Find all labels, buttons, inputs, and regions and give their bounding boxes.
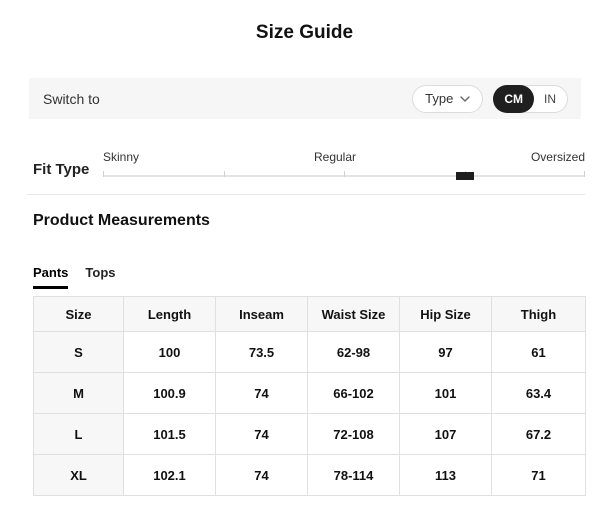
measurement-cell: 102.1 — [123, 454, 216, 496]
measurement-cell: 74 — [215, 372, 308, 414]
product-measurements-heading: Product Measurements — [33, 212, 210, 229]
fit-type-scale-labels: Skinny Regular Oversized — [103, 150, 585, 164]
fit-type-slider: Skinny Regular Oversized — [103, 150, 585, 180]
size-cell: L — [33, 413, 124, 455]
tab-tops[interactable]: Tops — [85, 265, 115, 289]
measurement-cell: 63.4 — [491, 372, 586, 414]
size-table: Size Length Inseam Waist Size Hip Size Thigh … — [33, 296, 586, 496]
table-header-cell: Length — [123, 296, 216, 332]
switch-bar: Switch to Type CM IN — [29, 78, 581, 119]
table-row: L 101.5 74 72-108 107 67.2 — [33, 413, 586, 455]
measurement-cell: 74 — [215, 413, 308, 455]
size-table-body: S 100 73.5 62-98 97 61 M 100.9 74 66-102 101 63.4 L 1… — [33, 331, 586, 496]
measurement-cell: 71 — [491, 454, 586, 496]
tab-pants[interactable]: Pants — [33, 265, 69, 289]
measurement-cell: 67.2 — [491, 413, 586, 455]
measurement-cell: 100 — [123, 331, 216, 373]
measurement-cell: 73.5 — [215, 331, 308, 373]
size-table-head: Size Length Inseam Waist Size Hip Size Thigh — [33, 296, 586, 332]
unit-option-cm[interactable]: CM — [493, 84, 534, 113]
measurement-cell: 74 — [215, 454, 308, 496]
fit-scale-label-skinny: Skinny — [103, 150, 140, 164]
size-cell: M — [33, 372, 124, 414]
measurement-cell: 101.5 — [123, 413, 216, 455]
measurement-cell: 101 — [399, 372, 492, 414]
table-header-cell: Thigh — [491, 296, 586, 332]
table-header-row: Size Length Inseam Waist Size Hip Size Thigh — [33, 296, 586, 332]
measurement-tabs: Pants Tops — [33, 265, 116, 289]
table-header-cell: Hip Size — [399, 296, 492, 332]
fit-type-tick — [103, 171, 104, 177]
fit-type-tick — [223, 171, 225, 177]
table-header-cell: Inseam — [215, 296, 308, 332]
fit-scale-label-oversized: Oversized — [530, 150, 585, 164]
type-dropdown[interactable]: Type — [412, 84, 484, 113]
size-guide-panel: Size Guide Switch to Type CM IN Fit Type … — [0, 0, 609, 511]
size-cell: XL — [33, 454, 124, 496]
page-title: Size Guide — [255, 22, 354, 43]
measurement-cell: 62-98 — [307, 331, 400, 373]
measurement-cell: 107 — [399, 413, 492, 455]
measurement-cell: 72-108 — [307, 413, 400, 455]
fit-type-track — [103, 171, 585, 180]
size-cell: S — [33, 331, 124, 373]
table-row: XL 102.1 74 78-114 113 71 — [33, 454, 586, 496]
unit-toggle: CM IN — [493, 84, 568, 113]
unit-option-in[interactable]: IN — [533, 85, 567, 113]
fit-type-indicator — [455, 172, 474, 180]
type-dropdown-label: Type — [425, 91, 454, 106]
chevron-down-icon — [460, 95, 471, 102]
fit-scale-label-regular: Regular — [313, 150, 357, 164]
fit-type-tick — [584, 171, 585, 177]
section-divider — [27, 194, 585, 195]
table-header-cell: Waist Size — [307, 296, 400, 332]
measurement-cell: 97 — [399, 331, 492, 373]
table-header-cell: Size — [33, 296, 124, 332]
measurement-cell: 66-102 — [307, 372, 400, 414]
measurement-cell: 113 — [399, 454, 492, 496]
fit-type-label: Fit Type — [33, 161, 90, 178]
measurement-cell: 78-114 — [307, 454, 400, 496]
measurement-cell: 100.9 — [123, 372, 216, 414]
measurement-cell: 61 — [491, 331, 586, 373]
table-row: S 100 73.5 62-98 97 61 — [33, 331, 586, 373]
switch-controls: Type CM IN — [412, 84, 568, 113]
table-row: M 100.9 74 66-102 101 63.4 — [33, 372, 586, 414]
fit-type-tick — [344, 171, 345, 177]
switch-to-label: Switch to — [43, 90, 100, 107]
